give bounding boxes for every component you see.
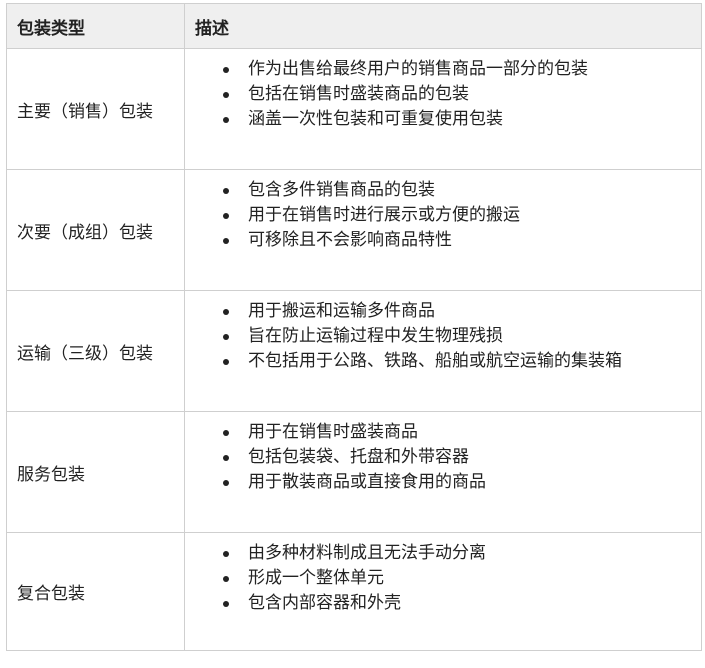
list-item: 可移除且不会影响商品特性 xyxy=(185,228,701,253)
list-item: 旨在防止运输过程中发生物理残损 xyxy=(185,324,701,349)
packaging-type-cell: 运输（三级）包装 xyxy=(6,290,185,412)
bullet-icon xyxy=(223,213,229,219)
description-cell: 作为出售给最终用户的销售商品一部分的包装 包括在销售时盛装商品的包装 涵盖一次性… xyxy=(184,48,702,170)
list-item: 用于搬运和运输多件商品 xyxy=(185,299,701,324)
list-item-text: 作为出售给最终用户的销售商品一部分的包装 xyxy=(248,59,588,79)
list-item: 用于在销售时盛装商品 xyxy=(185,420,701,445)
bullet-icon xyxy=(223,551,229,557)
list-item-text: 不包括用于公路、铁路、船舶或航空运输的集装箱 xyxy=(248,351,622,371)
list-item-text: 形成一个整体单元 xyxy=(248,568,384,588)
table-body: 主要（销售）包装 作为出售给最终用户的销售商品一部分的包装 包括在销售时盛装商品… xyxy=(6,48,702,651)
description-list: 由多种材料制成且无法手动分离 形成一个整体单元 包含内部容器和外壳 xyxy=(185,541,701,616)
bullet-icon xyxy=(223,92,229,98)
list-item: 不包括用于公路、铁路、船舶或航空运输的集装箱 xyxy=(185,349,701,374)
bullet-icon xyxy=(223,601,229,607)
list-item: 作为出售给最终用户的销售商品一部分的包装 xyxy=(185,57,701,82)
bullet-icon xyxy=(223,430,229,436)
list-item-text: 用于在销售时盛装商品 xyxy=(248,422,418,442)
list-item-text: 用于散装商品或直接食用的商品 xyxy=(248,472,486,492)
bullet-icon xyxy=(223,576,229,582)
bullet-icon xyxy=(223,238,229,244)
list-item-text: 可移除且不会影响商品特性 xyxy=(248,230,452,250)
bullet-icon xyxy=(223,309,229,315)
list-item: 包含内部容器和外壳 xyxy=(185,591,701,616)
packaging-type-cell: 服务包装 xyxy=(6,411,185,533)
list-item-text: 包含内部容器和外壳 xyxy=(248,593,401,613)
list-item: 由多种材料制成且无法手动分离 xyxy=(185,541,701,566)
list-item: 形成一个整体单元 xyxy=(185,566,701,591)
description-list: 包含多件销售商品的包装 用于在销售时进行展示或方便的搬运 可移除且不会影响商品特… xyxy=(185,178,701,253)
table-row: 运输（三级）包装 用于搬运和运输多件商品 旨在防止运输过程中发生物理残损 不包括… xyxy=(6,290,702,412)
list-item-text: 用于在销售时进行展示或方便的搬运 xyxy=(248,205,520,225)
list-item-text: 包含多件销售商品的包装 xyxy=(248,180,435,200)
list-item-text: 用于搬运和运输多件商品 xyxy=(248,301,435,321)
header-description: 描述 xyxy=(184,3,702,49)
description-list: 用于搬运和运输多件商品 旨在防止运输过程中发生物理残损 不包括用于公路、铁路、船… xyxy=(185,299,701,374)
bullet-icon xyxy=(223,455,229,461)
table-row: 复合包装 由多种材料制成且无法手动分离 形成一个整体单元 包含内部容器和外壳 xyxy=(6,532,702,651)
description-cell: 包含多件销售商品的包装 用于在销售时进行展示或方便的搬运 可移除且不会影响商品特… xyxy=(184,169,702,291)
table-row: 服务包装 用于在销售时盛装商品 包括包装袋、托盘和外带容器 用于散装商品或直接食… xyxy=(6,411,702,533)
table-header: 包装类型 描述 xyxy=(6,3,702,49)
bullet-icon xyxy=(223,359,229,365)
table-row: 次要（成组）包装 包含多件销售商品的包装 用于在销售时进行展示或方便的搬运 可移… xyxy=(6,169,702,291)
header-row: 包装类型 描述 xyxy=(6,3,702,49)
list-item: 用于在销售时进行展示或方便的搬运 xyxy=(185,203,701,228)
list-item: 包括包装袋、托盘和外带容器 xyxy=(185,445,701,470)
table-row: 主要（销售）包装 作为出售给最终用户的销售商品一部分的包装 包括在销售时盛装商品… xyxy=(6,48,702,170)
list-item-text: 包括包装袋、托盘和外带容器 xyxy=(248,447,469,467)
description-cell: 用于在销售时盛装商品 包括包装袋、托盘和外带容器 用于散装商品或直接食用的商品 xyxy=(184,411,702,533)
list-item-text: 包括在销售时盛装商品的包装 xyxy=(248,84,469,104)
list-item: 用于散装商品或直接食用的商品 xyxy=(185,470,701,495)
packaging-types-table-container: 包装类型 描述 主要（销售）包装 作为出售给最终用户的销售商品一部分的包装 包括… xyxy=(6,3,702,651)
packaging-type-cell: 主要（销售）包装 xyxy=(6,48,185,170)
list-item: 包含多件销售商品的包装 xyxy=(185,178,701,203)
header-packaging-type: 包装类型 xyxy=(6,3,185,49)
packaging-type-cell: 复合包装 xyxy=(6,532,185,651)
description-cell: 由多种材料制成且无法手动分离 形成一个整体单元 包含内部容器和外壳 xyxy=(184,532,702,651)
list-item-text: 涵盖一次性包装和可重复使用包装 xyxy=(248,109,503,129)
bullet-icon xyxy=(223,188,229,194)
bullet-icon xyxy=(223,67,229,73)
bullet-icon xyxy=(223,117,229,123)
list-item-text: 旨在防止运输过程中发生物理残损 xyxy=(248,326,503,346)
description-list: 作为出售给最终用户的销售商品一部分的包装 包括在销售时盛装商品的包装 涵盖一次性… xyxy=(185,57,701,132)
description-cell: 用于搬运和运输多件商品 旨在防止运输过程中发生物理残损 不包括用于公路、铁路、船… xyxy=(184,290,702,412)
bullet-icon xyxy=(223,480,229,486)
packaging-type-cell: 次要（成组）包装 xyxy=(6,169,185,291)
list-item: 涵盖一次性包装和可重复使用包装 xyxy=(185,107,701,132)
description-list: 用于在销售时盛装商品 包括包装袋、托盘和外带容器 用于散装商品或直接食用的商品 xyxy=(185,420,701,495)
packaging-types-table: 包装类型 描述 主要（销售）包装 作为出售给最终用户的销售商品一部分的包装 包括… xyxy=(6,3,702,651)
list-item-text: 由多种材料制成且无法手动分离 xyxy=(248,543,486,563)
bullet-icon xyxy=(223,334,229,340)
list-item: 包括在销售时盛装商品的包装 xyxy=(185,82,701,107)
